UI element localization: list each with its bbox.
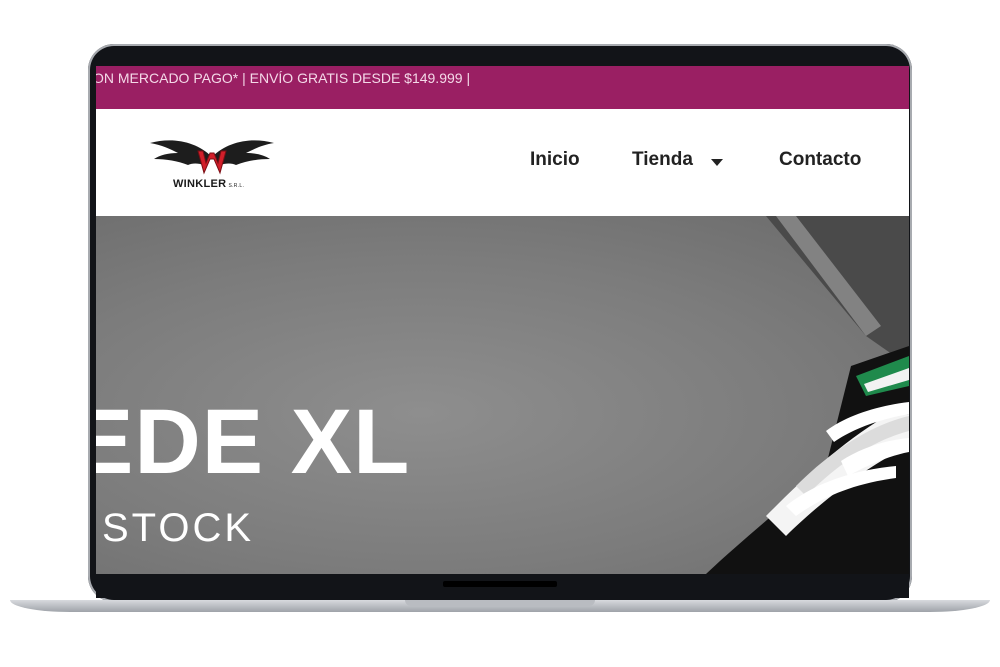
winkler-logo[interactable]: WINKLER S.R.L. [148, 133, 276, 193]
nav-item-tienda[interactable]: Tienda [632, 149, 693, 171]
promo-text: ON MERCADO PAGO* | ENVÍO GRATIS DESDE $1… [96, 70, 471, 86]
nav-item-contacto[interactable]: Contacto [779, 149, 861, 171]
laptop-notch [443, 581, 557, 587]
nav-item-inicio[interactable]: Inicio [530, 149, 580, 171]
chevron-down-icon[interactable] [711, 159, 723, 166]
hero-banner[interactable]: EDE XL STOCK [96, 216, 909, 574]
site-header: WINKLER S.R.L. Inicio Tienda Contacto [96, 109, 909, 216]
hero-title: EDE XL [96, 391, 411, 493]
sneaker-image [706, 216, 909, 574]
winged-w-logo-icon [150, 140, 274, 175]
laptop-base-recess [405, 600, 595, 606]
brand-name-text: WINKLER [173, 178, 227, 190]
hero-subtitle: STOCK [102, 506, 255, 550]
brand-name: WINKLER S.R.L. [173, 178, 244, 190]
brand-suffix: S.R.L. [228, 183, 245, 189]
browser-screen: ON MERCADO PAGO* | ENVÍO GRATIS DESDE $1… [96, 66, 909, 574]
promo-banner: ON MERCADO PAGO* | ENVÍO GRATIS DESDE $1… [96, 66, 909, 109]
